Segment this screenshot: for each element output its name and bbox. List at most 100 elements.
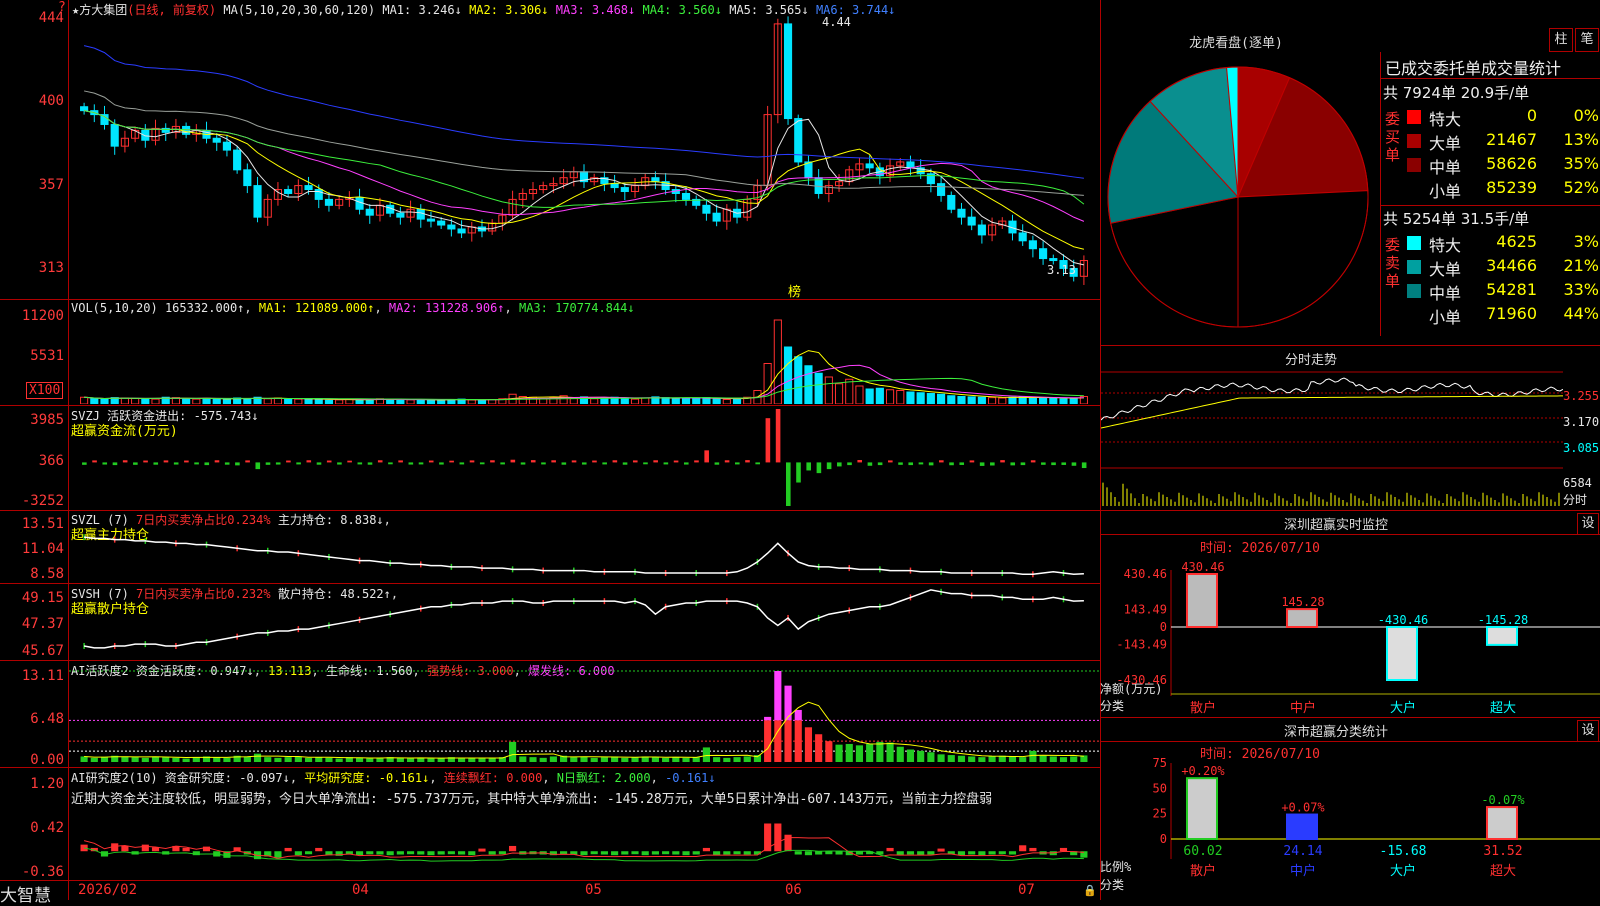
volume-bar: [855, 385, 864, 404]
volume-bar: [947, 395, 956, 404]
stock-name[interactable]: 方大集团: [79, 3, 127, 17]
activity-bar: [519, 756, 527, 762]
sh-axis-tick: 25: [1153, 807, 1167, 821]
brand-label: 大智慧: [0, 886, 51, 906]
activity-bar-burst: [774, 671, 782, 721]
activity-bar: [274, 757, 282, 762]
activity-bar: [815, 734, 823, 762]
fund-flow-bar: [867, 462, 873, 466]
sh-stats-title: 深市超赢分类统计: [1283, 725, 1388, 740]
bar-view-button[interactable]: 柱: [1549, 28, 1573, 52]
volume-bar: [294, 398, 303, 404]
intraday-axis-tick: 3.085: [1563, 441, 1600, 455]
svsh-axis-tick: 45.67: [21, 643, 64, 659]
dragon-tiger-marker[interactable]: 榜: [788, 281, 801, 300]
study-chart[interactable]: [69, 768, 1099, 879]
svsh-axis-tick: 47.37: [21, 616, 64, 632]
svzl-chart[interactable]: [69, 511, 1099, 582]
activity-bar: [162, 757, 170, 762]
svsh-chart[interactable]: [69, 584, 1099, 659]
sh-stats-chart[interactable]: 75 50 25 0 +0.20% 60.02 散户 +0.07% 24.14 中户 -15.68 大…: [1101, 757, 1600, 900]
svzj-chart[interactable]: [69, 406, 1099, 509]
fund-flow-bar: [714, 462, 720, 465]
fund-flow-bar: [612, 460, 618, 463]
activity-bar: [682, 757, 690, 762]
fund-flow-bar: [826, 462, 832, 470]
volume-bar: [937, 393, 946, 404]
svzl-axis-tick: 13.51: [21, 516, 64, 532]
activity-bar: [845, 743, 853, 762]
fund-flow-bar: [724, 460, 730, 463]
activity-bar: [927, 752, 935, 762]
volume-bar: [712, 398, 721, 404]
ai2-axis-tick: 6.48: [30, 711, 64, 727]
fund-flow-bar: [857, 459, 863, 463]
fund-flow-bar: [704, 450, 709, 463]
study-bar: [1008, 851, 1017, 855]
date-tick: 04: [352, 882, 369, 898]
sz-axis-tick: 0: [1160, 620, 1167, 634]
fund-flow-bar: [939, 460, 944, 463]
order-percent: 0%: [1573, 106, 1599, 125]
fund-flow-bar: [112, 462, 118, 466]
volume-bar: [192, 398, 201, 404]
vol-value: 165332.000↑: [164, 301, 245, 315]
study-bar: [406, 851, 415, 855]
sh-axis-tick: 75: [1153, 757, 1167, 770]
ma3-value: MA3: 3.468↓: [555, 3, 636, 17]
sz-bar: [1386, 626, 1418, 681]
activity-bar: [764, 720, 772, 762]
sh-settings-button[interactable]: 设: [1577, 720, 1599, 742]
candle-body: [651, 177, 660, 183]
candlestick-chart[interactable]: [69, 16, 1099, 298]
intraday-chart[interactable]: [1101, 370, 1563, 510]
activity-bar: [662, 757, 670, 762]
ai2-chart[interactable]: [69, 661, 1099, 766]
sh-bar-change: +0.20%: [1181, 764, 1225, 778]
candle-body: [437, 220, 446, 226]
lock-icon[interactable]: 🔒: [1083, 884, 1097, 897]
legend-swatch: [1407, 158, 1421, 172]
order-pie-chart[interactable]: [1101, 52, 1379, 342]
activity-bar: [90, 757, 98, 762]
vol-axis-tick: 5531: [30, 348, 64, 364]
legend-swatch: [1407, 110, 1421, 124]
study-bar: [662, 851, 670, 855]
sz-settings-button[interactable]: 设: [1577, 513, 1599, 535]
ma5-value: MA5: 3.565↓: [729, 3, 809, 17]
volume-bar: [896, 390, 905, 404]
sz-bar-value: -430.46: [1378, 613, 1429, 627]
volume-bar: [671, 398, 680, 404]
order-stat-row: 特大 0 0%: [1405, 106, 1600, 129]
fund-flow-bar: [806, 462, 811, 471]
main-axis-tick: 444: [38, 10, 64, 26]
study-bar: [386, 851, 394, 856]
sh-category-label: 中户: [1290, 863, 1316, 879]
fund-flow-bar: [949, 462, 954, 466]
candle-body: [957, 208, 966, 218]
fund-flow-bar: [194, 462, 199, 465]
activity-bar: [427, 758, 435, 762]
volume-bar: [345, 399, 354, 404]
vol-unit-badge[interactable]: X100: [26, 382, 64, 399]
legend-swatch: [1407, 284, 1421, 298]
tick-view-button[interactable]: 笔: [1575, 28, 1599, 52]
fund-flow-bar: [428, 460, 434, 463]
chart-mode[interactable]: (日线, 前复权): [127, 3, 216, 17]
volume-bar: [998, 397, 1007, 404]
volume-chart[interactable]: [69, 316, 1099, 404]
fund-flow-bar: [296, 462, 301, 465]
fund-flow-bar: [510, 459, 516, 463]
date-tick: 2026/02: [78, 882, 138, 898]
sz-monitor-chart[interactable]: 430.46 143.49 0 -143.49 -430.46 430.46 散户 145.2…: [1101, 552, 1600, 716]
fund-flow-bar: [367, 462, 373, 465]
activity-bar: [631, 757, 639, 762]
fund-flow-bar: [265, 462, 271, 465]
order-size-label: 大单: [1429, 134, 1462, 153]
volume-bar: [845, 378, 854, 404]
order-size-label: 大单: [1429, 260, 1462, 279]
fund-flow-bar: [1000, 460, 1005, 463]
activity-bar: [784, 720, 792, 762]
volume-bar: [263, 398, 272, 404]
order-volume: 71960: [1486, 304, 1537, 323]
